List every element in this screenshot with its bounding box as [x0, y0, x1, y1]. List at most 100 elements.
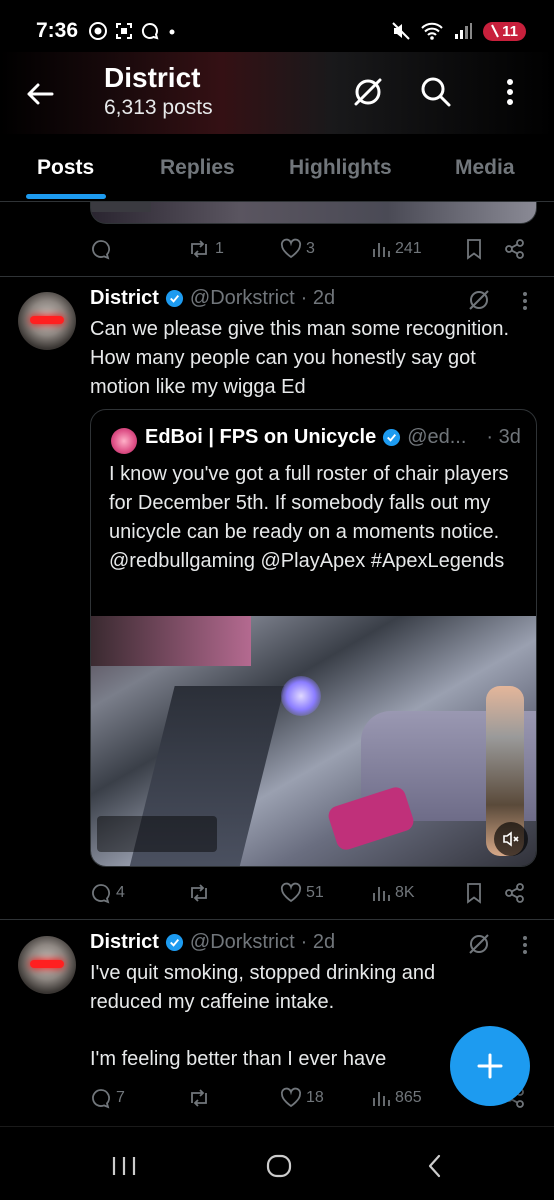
- post-more-icon[interactable]: [515, 290, 535, 312]
- signal-icon: [455, 23, 473, 39]
- compose-button[interactable]: [450, 1026, 530, 1106]
- views-button[interactable]: 241: [371, 239, 422, 259]
- chat-bubble-icon: [141, 22, 159, 40]
- views-button[interactable]: 8K: [371, 883, 415, 903]
- status-right: 11: [391, 21, 526, 41]
- search-icon[interactable]: [418, 74, 454, 110]
- system-navigation-bar: [0, 1126, 554, 1200]
- mute-icon: [392, 22, 410, 40]
- status-notification-icons: [88, 21, 178, 41]
- plus-icon: [477, 1053, 503, 1079]
- post-actions: 4 51 8K: [90, 878, 530, 908]
- grok-icon[interactable]: [350, 74, 386, 110]
- repost-button[interactable]: [187, 1087, 215, 1109]
- views-icon: [373, 1092, 390, 1106]
- repost-icon: [191, 1089, 207, 1107]
- tab-posts[interactable]: Posts: [37, 156, 94, 180]
- screenshot-icon: [116, 23, 133, 39]
- recent-apps-icon[interactable]: [110, 1155, 138, 1177]
- bookmark-icon[interactable]: [464, 238, 484, 260]
- battery-level: 11: [502, 22, 518, 40]
- post-more-icon[interactable]: [515, 934, 535, 956]
- post-time: · 2d: [300, 287, 336, 309]
- heart-icon: [280, 882, 302, 903]
- repost-icon: [191, 240, 207, 258]
- tab-replies[interactable]: Replies: [160, 156, 235, 180]
- profile-header: District 6,313 posts: [0, 52, 554, 134]
- quoted-author-name: EdBoi | FPS on Unicycle: [145, 426, 377, 448]
- verified-badge-icon: [383, 428, 401, 447]
- battery-low-icon: [491, 24, 500, 38]
- views-icon: [373, 887, 390, 901]
- quoted-post[interactable]: EdBoi | FPS on Unicycle @ed... · 3d I kn…: [90, 409, 537, 867]
- author-handle: @Dorkstrict: [189, 931, 295, 953]
- back-nav-icon[interactable]: [424, 1153, 446, 1179]
- post-divider: [0, 919, 554, 920]
- battery-indicator: 11: [483, 21, 526, 41]
- author-handle: @Dorkstrict: [189, 287, 295, 309]
- views-button[interactable]: 865: [371, 1088, 422, 1108]
- post-divider: [0, 276, 554, 277]
- tab-highlights[interactable]: Highlights: [289, 156, 392, 180]
- speaker-muted-icon: [503, 831, 519, 847]
- reply-icon: [92, 884, 110, 904]
- grok-icon[interactable]: [466, 287, 492, 313]
- repost-count: 1: [215, 240, 224, 257]
- repost-icon: [191, 884, 207, 902]
- more-options-icon[interactable]: [492, 74, 528, 110]
- quoted-post-time: · 3d: [486, 426, 521, 448]
- reply-icon: [92, 240, 110, 260]
- avatar[interactable]: [18, 936, 76, 994]
- heart-icon: [280, 1087, 302, 1108]
- grok-icon[interactable]: [466, 931, 492, 957]
- view-count: 8K: [395, 884, 415, 901]
- reply-button[interactable]: [90, 238, 116, 260]
- view-count: 865: [395, 1089, 422, 1106]
- post-text: Can we please give this man some recogni…: [90, 318, 510, 398]
- share-icon[interactable]: [504, 238, 526, 260]
- previous-post-media[interactable]: [90, 202, 537, 224]
- like-button[interactable]: 3: [280, 238, 315, 260]
- reply-count: 7: [116, 1089, 125, 1106]
- quoted-author-handle: @ed...: [407, 426, 467, 448]
- status-time: 7:36: [36, 19, 79, 42]
- reply-button[interactable]: 7: [90, 1087, 125, 1109]
- page-title: District: [104, 62, 201, 93]
- profile-tabs: Posts Replies Highlights Media: [0, 140, 554, 202]
- post-count: 6,313 posts: [104, 96, 213, 119]
- author-name[interactable]: District: [90, 287, 159, 310]
- verified-badge-icon: [165, 933, 183, 952]
- quoted-video[interactable]: [91, 616, 536, 866]
- reply-icon: [92, 1089, 110, 1109]
- like-button[interactable]: 18: [280, 1087, 324, 1109]
- tab-media[interactable]: Media: [455, 156, 515, 180]
- post-header: District @Dorkstrict · 2d: [90, 931, 335, 954]
- avatar[interactable]: [18, 292, 76, 350]
- home-icon[interactable]: [265, 1153, 293, 1179]
- post-time: · 2d: [300, 931, 336, 953]
- author-name[interactable]: District: [90, 931, 159, 954]
- like-count: 18: [306, 1089, 324, 1106]
- heart-icon: [280, 238, 302, 259]
- mute-button[interactable]: [494, 822, 528, 856]
- header-titles: District 6,313 posts: [104, 62, 213, 122]
- previous-post-actions: 1 3 241: [90, 234, 530, 264]
- dot-icon: [169, 29, 175, 35]
- back-arrow-icon[interactable]: [22, 76, 58, 112]
- repost-button[interactable]: 1: [187, 238, 224, 260]
- post-text-second-paragraph: I'm feeling better than I ever have: [90, 1048, 387, 1070]
- like-button[interactable]: 51: [280, 882, 324, 904]
- repost-button[interactable]: [187, 882, 215, 904]
- quoted-post-text: I know you've got a full roster of chair…: [109, 463, 509, 572]
- like-count: 3: [306, 240, 315, 257]
- reply-count: 4: [116, 884, 125, 901]
- reply-button[interactable]: 4: [90, 882, 125, 904]
- post-header: District @Dorkstrict · 2d: [90, 287, 335, 310]
- quoted-avatar: [111, 428, 137, 454]
- active-tab-indicator: [26, 194, 106, 199]
- view-count: 241: [395, 240, 422, 257]
- like-count: 51: [306, 884, 324, 901]
- record-icon: [89, 22, 108, 40]
- bookmark-icon[interactable]: [464, 882, 484, 904]
- share-icon[interactable]: [504, 882, 526, 904]
